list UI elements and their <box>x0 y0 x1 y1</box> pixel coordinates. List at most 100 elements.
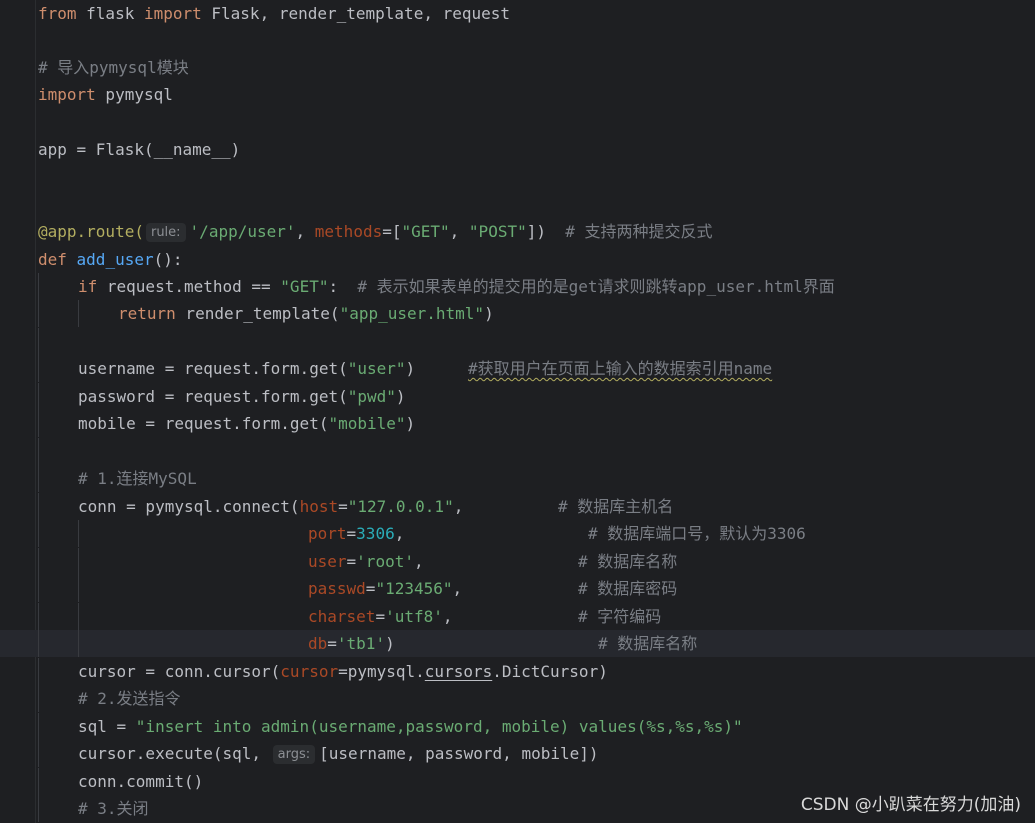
param-hint-args: args: <box>272 745 316 764</box>
colon: : <box>328 277 339 296</box>
string-literal: "GET" <box>280 277 329 296</box>
comment: # 导入pymysql模块 <box>38 58 189 77</box>
operator: =pymysql. <box>338 662 425 681</box>
operator: = <box>346 552 357 571</box>
code-line-15: password = request.form.get("pwd") <box>0 383 1035 410</box>
separator: , <box>452 579 463 598</box>
code-line-14: username = request.form.get("user") #获取用户… <box>0 355 1035 382</box>
code-line-1: from flask import Flask, render_template… <box>0 0 1035 27</box>
comment: # 数据库主机名 <box>558 497 674 516</box>
keyword: from <box>38 4 77 23</box>
named-param: user <box>308 552 347 571</box>
separator: , <box>442 607 453 626</box>
code-line-9: @app.route(rule: '/app/user', methods=["G… <box>0 218 1035 245</box>
string-literal: "POST" <box>468 222 527 241</box>
string-literal: 'tb1' <box>336 634 386 653</box>
code-line-16: mobile = request.form.get("mobile") <box>0 410 1035 437</box>
keyword: def <box>38 250 67 269</box>
bracket: ) <box>395 387 406 406</box>
named-param: methods <box>314 222 383 241</box>
string-literal: "GET" <box>401 222 450 241</box>
statement: cursor = conn.cursor( <box>78 662 281 681</box>
code-line-22: passwd="123456", # 数据库密码 <box>0 575 1035 602</box>
statement: conn = pymysql.connect( <box>78 497 300 516</box>
code-line-27: sql = "insert into admin(username,passwo… <box>0 713 1035 740</box>
statement: password = request.form.get( <box>78 387 348 406</box>
named-param: host <box>299 497 339 516</box>
separator: , <box>394 524 405 543</box>
keyword: import <box>143 4 202 23</box>
statement: username = request.form.get( <box>78 359 348 378</box>
statement: [username, password, mobile]) <box>319 744 599 763</box>
statement: app = Flask(__name__) <box>38 140 241 159</box>
operator: = <box>365 579 376 598</box>
string-literal: "123456" <box>375 579 453 598</box>
module-name: flask <box>76 4 144 23</box>
code-line-20: port=3306, # 数据库端口号，默认为3306 <box>0 520 1035 547</box>
comment: # 数据库端口号，默认为3306 <box>588 524 806 543</box>
separator: , <box>449 222 469 241</box>
code-line-23: charset='utf8', # 字符编码 <box>0 603 1035 630</box>
comment: # 3.关闭 <box>78 799 149 818</box>
call: render_template( <box>175 304 340 323</box>
operator: =[ <box>382 222 402 241</box>
separator: , <box>295 222 315 241</box>
keyword: import <box>38 85 96 104</box>
comment: # 表示如果表单的提交用的是get请求则跳转app_user.html界面 <box>338 277 835 296</box>
operator: = <box>375 607 386 626</box>
bracket: ) <box>405 414 416 433</box>
module-name: pymysql <box>95 85 173 104</box>
csdn-watermark: CSDN @小趴菜在努力(加油) <box>800 795 1021 815</box>
code-line-10: def add_user(): <box>0 246 1035 273</box>
string-literal: "127.0.0.1" <box>347 497 454 516</box>
condition: request.method == <box>97 277 281 296</box>
statement: cursor.execute(sql, <box>78 744 271 763</box>
code-line-19: conn = pymysql.connect(host="127.0.0.1",… <box>0 493 1035 520</box>
code-line-12: return render_template("app_user.html") <box>0 300 1035 327</box>
code-line-4: import pymysql <box>0 81 1035 108</box>
statement: conn.commit() <box>78 772 204 791</box>
decorator: @app.route( <box>38 222 144 241</box>
bracket: ]) <box>526 222 546 241</box>
comment: # 1.连接MySQL <box>78 469 197 488</box>
code-line-3: # 导入pymysql模块 <box>0 54 1035 81</box>
separator: , <box>453 497 464 516</box>
string-literal: "mobile" <box>328 414 406 433</box>
function-name: add_user <box>66 250 154 269</box>
named-param: charset <box>308 607 376 626</box>
named-param: cursor <box>280 662 339 681</box>
code-line-11: if request.method == "GET": # 表示如果表单的提交用… <box>0 273 1035 300</box>
operator: = <box>327 634 337 653</box>
comment: # 字符编码 <box>578 607 662 626</box>
string-literal: 'utf8' <box>385 607 443 626</box>
statement: mobile = request.form.get( <box>78 414 329 433</box>
param-hint-rule: rule: <box>145 223 186 242</box>
named-param: db <box>308 634 328 653</box>
bracket: ) <box>405 359 416 378</box>
bracket: (): <box>153 250 183 269</box>
bracket: ) <box>385 634 395 653</box>
code-line-6: app = Flask(__name__) <box>0 136 1035 163</box>
statement: sql = <box>78 717 136 736</box>
string-literal: '/app/user' <box>189 222 296 241</box>
code-line-13 <box>0 328 1035 355</box>
comment: # 2.发送指令 <box>78 689 181 708</box>
named-param: port <box>308 524 347 543</box>
code-line-21: user='root', # 数据库名称 <box>0 548 1035 575</box>
keyword: if <box>78 277 98 296</box>
operator: = <box>338 497 348 516</box>
statement: .DictCursor) <box>492 662 608 681</box>
named-param: passwd <box>308 579 366 598</box>
comment: # 数据库密码 <box>578 579 678 598</box>
comment: # 支持两种提交反式 <box>545 222 713 241</box>
string-literal: "user" <box>347 359 406 378</box>
separator: , <box>413 552 424 571</box>
code-line-25: cursor = conn.cursor(cursor=pymysql.curs… <box>0 658 1035 685</box>
code-line-24-current: db='tb1') # 数据库名称 <box>0 630 1035 657</box>
string-literal: 'root' <box>356 552 414 571</box>
comment: #获取用户在页面上输入的数据索引用name <box>468 359 773 378</box>
code-editor[interactable]: from flask import Flask, render_template… <box>0 0 1035 823</box>
string-literal: "insert into admin(username,password, mo… <box>135 717 743 736</box>
imported-names: Flask, render_template, request <box>201 4 511 23</box>
operator: = <box>346 524 357 543</box>
